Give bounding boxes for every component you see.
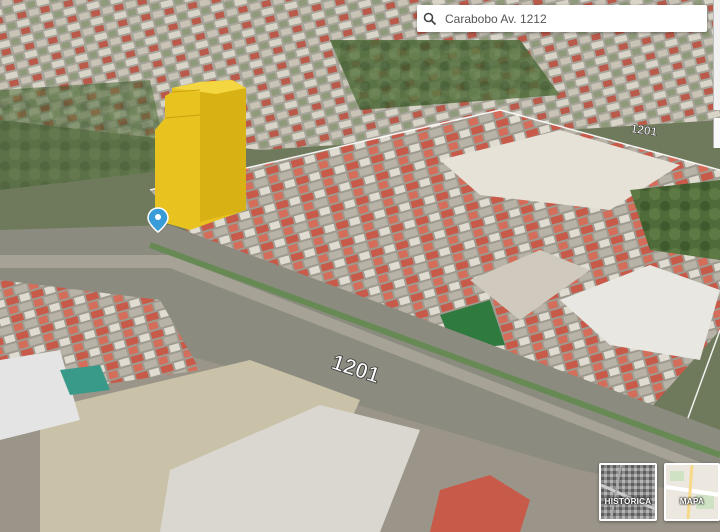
side-panel-edge[interactable] (713, 0, 720, 110)
map-thumbnail (666, 465, 718, 519)
map-layer-button[interactable]: MAPA (664, 463, 720, 521)
historic-layer-label: HISTÓRICA (604, 497, 652, 506)
search-input[interactable]: Carabobo Av. 1212 (445, 12, 547, 26)
side-panel-tab[interactable] (713, 118, 720, 148)
historic-thumbnail (601, 465, 655, 519)
historic-layer-button[interactable]: HISTÓRICA (599, 463, 657, 521)
search-icon (423, 12, 437, 25)
highlighted-building[interactable] (155, 80, 246, 230)
search-bar[interactable]: Carabobo Av. 1212 (417, 5, 707, 32)
aerial-map[interactable]: 1201 1201 (0, 0, 720, 532)
map-layer-label: MAPA (679, 497, 705, 506)
